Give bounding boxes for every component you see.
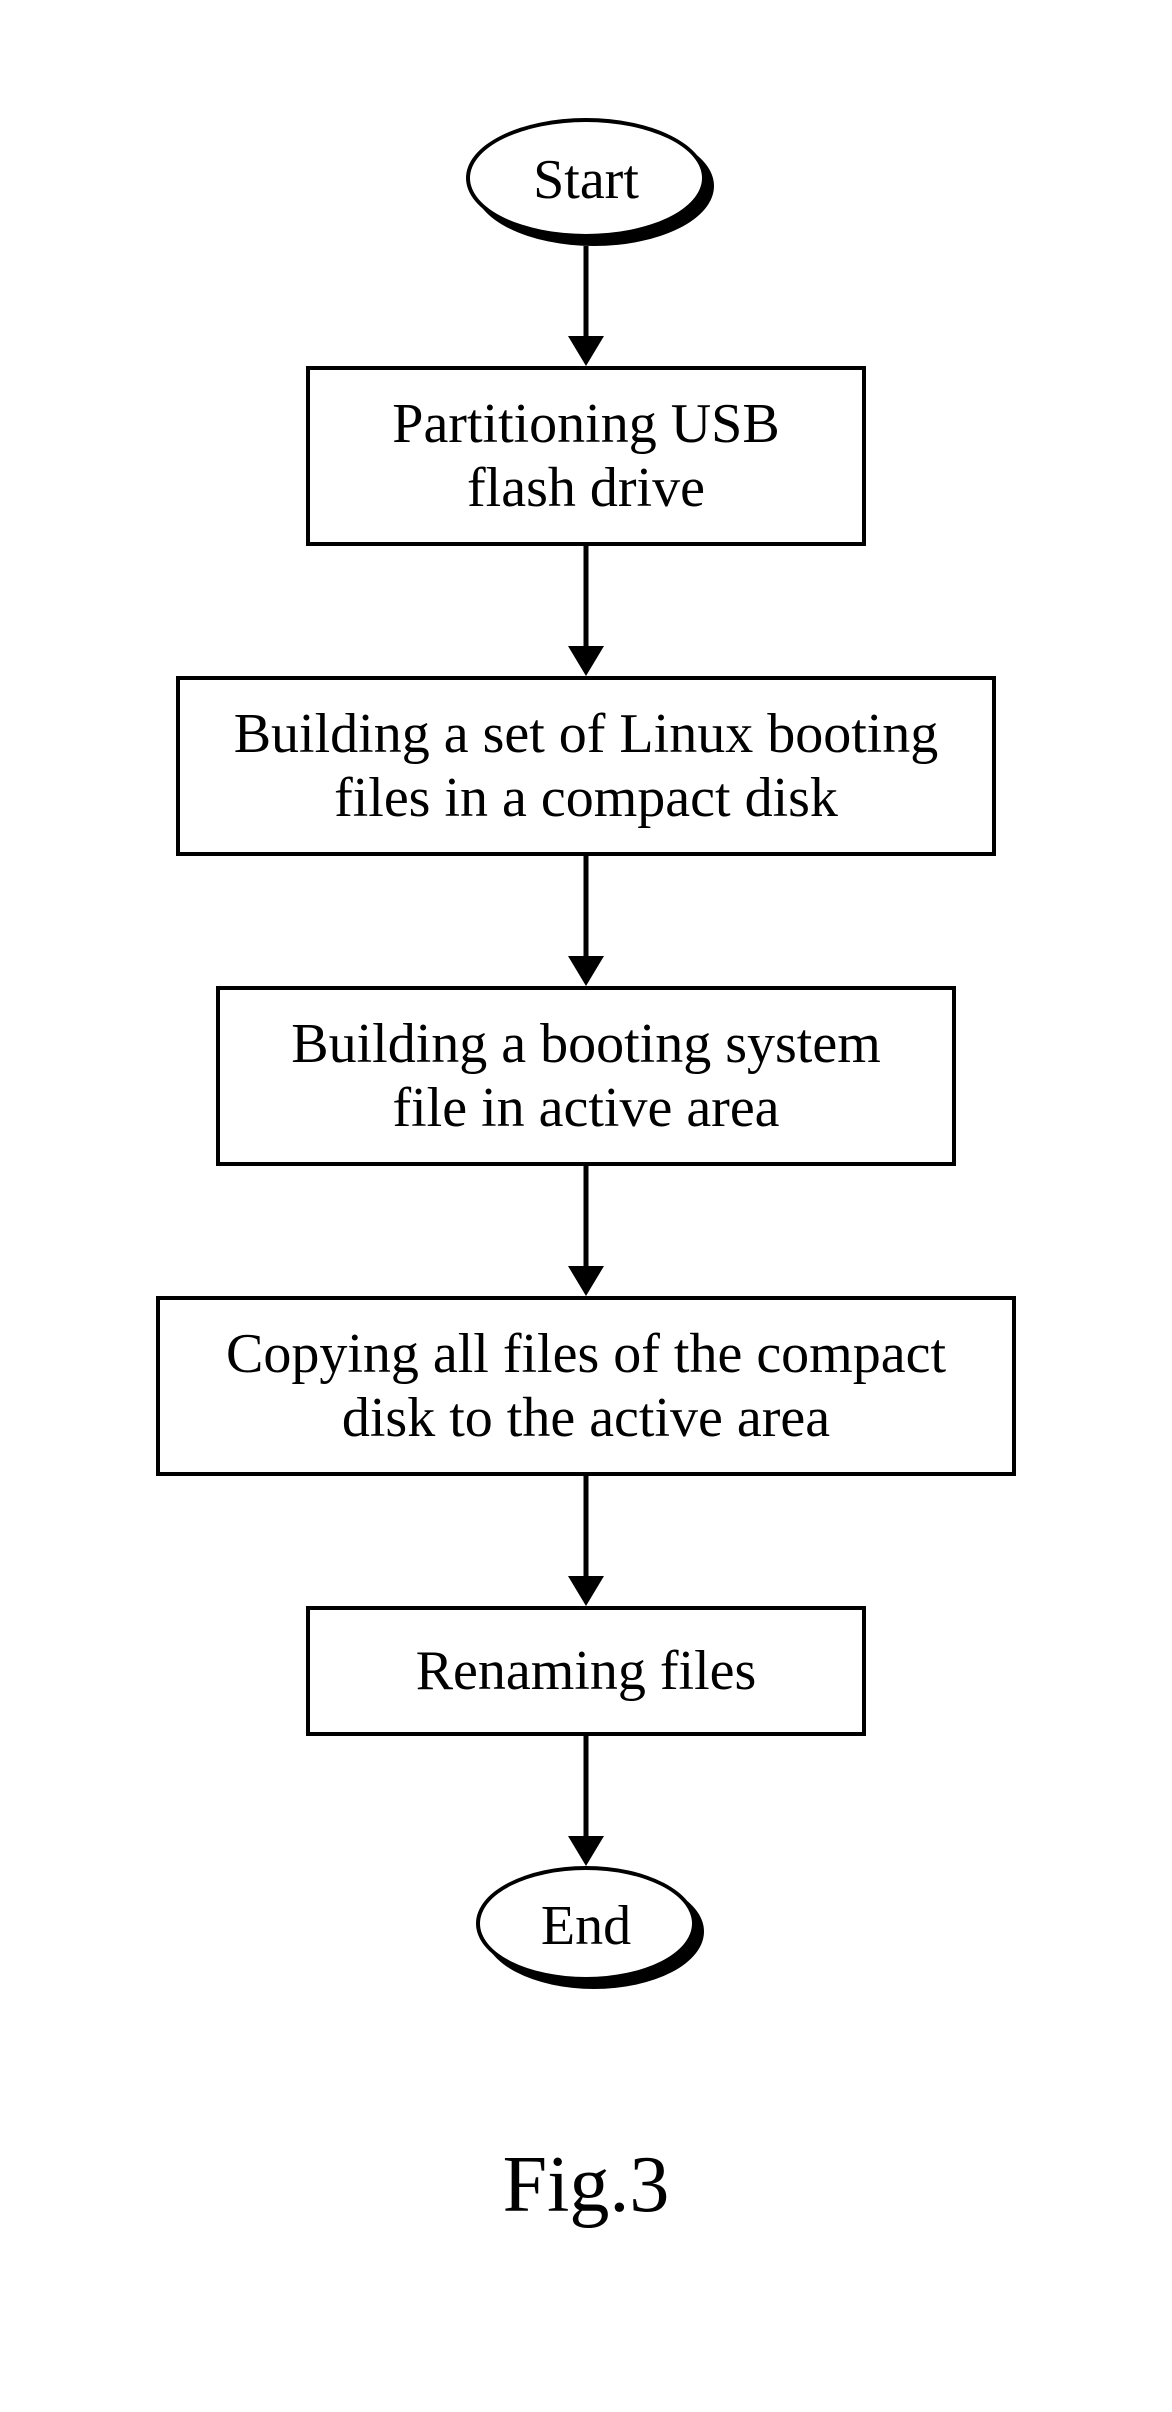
process-step-4-label: Copying all files of the compact disk to… [226,1322,946,1451]
process-step-3-label: Building a booting system file in active… [291,1012,881,1141]
terminator-start: Start [466,118,706,238]
arrow-4 [566,1476,606,1606]
terminator-end-label: End [476,1898,696,1954]
arrow-5 [566,1736,606,1866]
arrow-3 [566,1166,606,1296]
arrow-2 [566,856,606,986]
flowchart-canvas: Start Partitioning USB flash drive Build… [0,0,1172,2412]
process-step-1: Partitioning USB flash drive [306,366,866,546]
arrow-0 [566,246,606,366]
figure-label: Fig.3 [503,2140,670,2231]
process-step-5: Renaming files [306,1606,866,1736]
terminator-end: End [476,1866,696,1981]
process-step-2: Building a set of Linux booting files in… [176,676,996,856]
process-step-5-label: Renaming files [416,1639,757,1703]
process-step-1-label: Partitioning USB flash drive [392,392,779,521]
terminator-start-label: Start [466,152,706,208]
arrow-1 [566,546,606,676]
process-step-3: Building a booting system file in active… [216,986,956,1166]
process-step-4: Copying all files of the compact disk to… [156,1296,1016,1476]
process-step-2-label: Building a set of Linux booting files in… [234,702,939,831]
